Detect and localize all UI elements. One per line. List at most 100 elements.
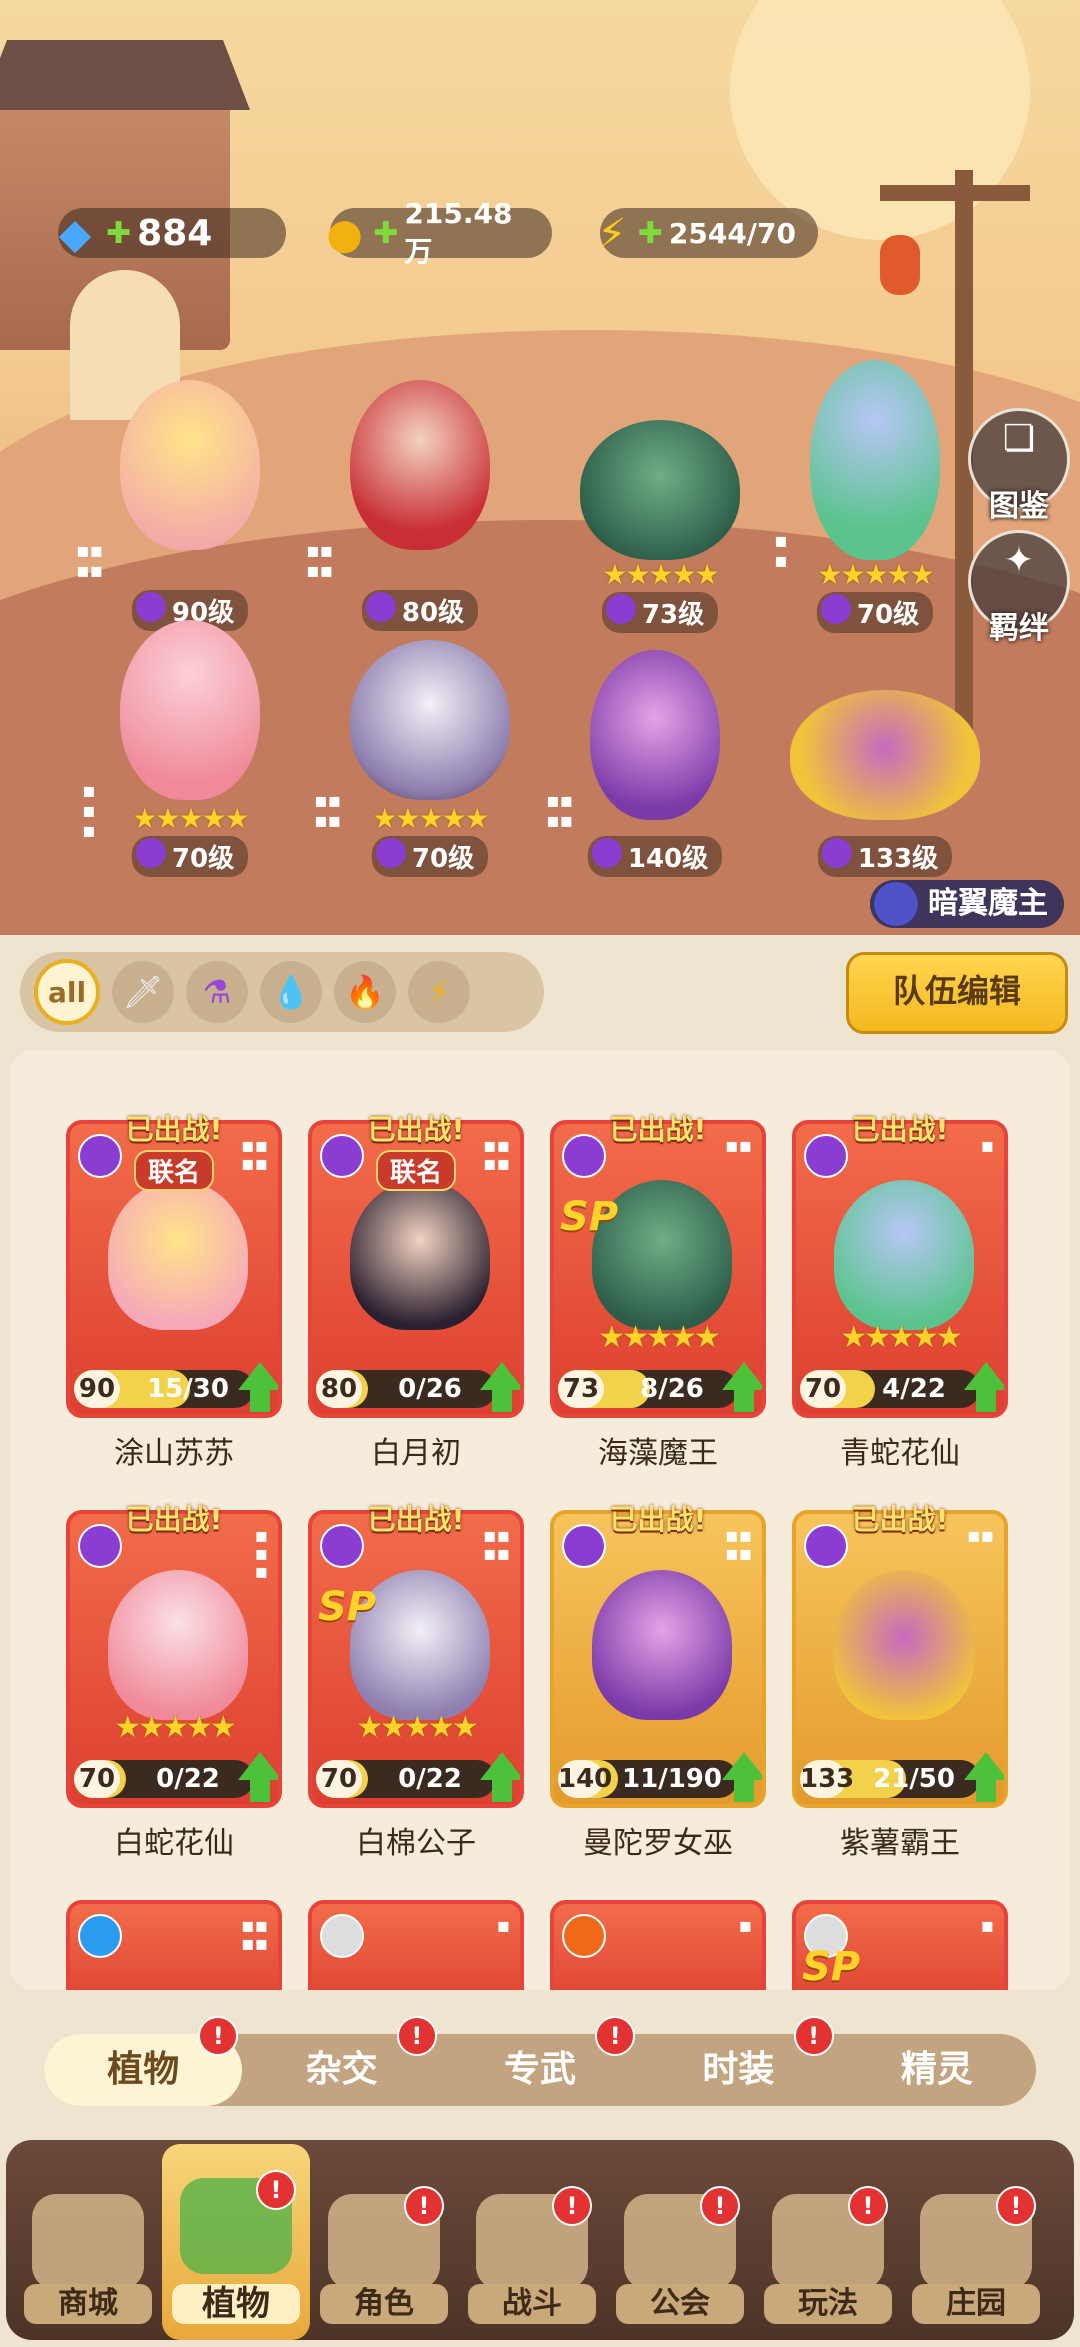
lineup-hero-4[interactable]: ▪ ▪ ★★★★★ 70级 [774, 360, 960, 633]
nav-modes[interactable]: ! 玩法 [754, 2160, 902, 2340]
plant-card[interactable]: ▪▪ ▪▪ 联名 80 0/26 已出战! 白月初 [308, 1113, 524, 1472]
shard-progress: 0/22 [156, 1764, 220, 1794]
card-stars: ★★★★★ [840, 1320, 962, 1355]
lineup-hero-1[interactable]: ▪▪ ▪▪ 90级 [76, 380, 290, 631]
upgrade-arrow-icon[interactable] [480, 1362, 520, 1412]
card-stars: ★★★★★ [114, 1710, 236, 1745]
battle-lineup-scene: ◆ ✚ 884 ● ✚ 215.48万 ⚡ ✚ 2544/70 ❏ 图鉴 ✦ 羁… [0, 0, 1080, 935]
card-frame: ▪ ★★★★★ 70 4/22 [792, 1120, 1008, 1418]
lineup-hero-5[interactable]: ▪ ▪ ▪ ★★★★★ 70级 [82, 620, 280, 880]
nav-battle[interactable]: ! 战斗 [458, 2160, 606, 2340]
sp-tag: SP [318, 1584, 377, 1630]
notification-badge: ! [256, 2170, 296, 2210]
card-stars: ★★★★★ [356, 1710, 478, 1745]
add-gems-icon[interactable]: ✚ [106, 216, 131, 251]
upgrade-arrow-icon[interactable] [480, 1752, 520, 1802]
hero-level: 70级 [131, 836, 249, 877]
potion-icon [135, 838, 166, 868]
plant-card-partial[interactable]: ▪ [308, 1900, 524, 1990]
plant-portrait [108, 1570, 248, 1720]
collab-tag: 联名 [375, 1150, 457, 1191]
subtab-hybrid[interactable]: 杂交! [242, 2016, 440, 2106]
subtab-spirit[interactable]: 精灵 [838, 2034, 1036, 2106]
plant-card[interactable]: ▪▪ ▪▪ 140 11/190 已出战! 曼陀罗女巫 [550, 1503, 766, 1862]
nav-shop[interactable]: 商城 [14, 2160, 162, 2340]
add-coins-icon[interactable]: ✚ [373, 216, 398, 251]
notification-badge: ! [198, 2016, 239, 2056]
nav-guild[interactable]: ! 公会 [606, 2160, 754, 2340]
lineup-hero-8[interactable]: 133级 [780, 690, 990, 880]
energy-counter[interactable]: ⚡ ✚ 2544/70 [597, 208, 818, 258]
filter-sword-button[interactable]: 🗡 [112, 961, 174, 1023]
plant-card-partial[interactable]: ▪ SP [792, 1900, 1008, 1990]
potion-icon [320, 1524, 364, 1568]
subtab-exclusive-weapon[interactable]: 专武! [441, 2016, 639, 2106]
filter-all-button[interactable]: all [34, 959, 100, 1025]
lineup-hero-3[interactable]: ★★★★★ 73级 [560, 420, 760, 633]
upgrade-arrow-icon[interactable] [722, 1362, 762, 1412]
plant-card[interactable]: ▪▪ SP ★★★★★ 73 8/26 已出战! 海藻魔王 [550, 1113, 766, 1472]
progress-bar: 70 4/22 [800, 1370, 980, 1408]
codex-button[interactable]: ❏ 图鉴 [968, 408, 1070, 524]
plant-card[interactable]: ▪▪ ▪▪ 联名 90 15/30 已出战! 涂山苏苏 [66, 1113, 282, 1472]
hero-level-text: 133级 [857, 844, 939, 874]
subtab-costume[interactable]: 时装! [639, 2016, 837, 2106]
add-energy-icon[interactable]: ✚ [638, 216, 663, 251]
boss-tag[interactable]: 暗翼魔主 [870, 880, 1064, 928]
upgrade-arrow-icon[interactable] [238, 1752, 278, 1802]
plant-portrait [108, 1180, 248, 1330]
potion-icon [562, 1134, 606, 1178]
hero-level: 70级 [816, 592, 934, 633]
card-level: 133 [800, 1760, 854, 1798]
nav-characters[interactable]: ! 角色 [310, 2160, 458, 2340]
plant-card[interactable]: ▪ ▪ ▪ ★★★★★ 70 0/22 已出战! 白蛇花仙 [66, 1503, 282, 1862]
plant-card[interactable]: ▪ ★★★★★ 70 4/22 已出战! 青蛇花仙 [792, 1113, 1008, 1472]
fire-icon: 🔥 [345, 973, 385, 1011]
nav-plants[interactable]: ! 植物 [162, 2144, 310, 2340]
filter-fire-button[interactable]: 🔥 [334, 961, 396, 1023]
notification-badge: ! [848, 2186, 888, 2226]
upgrade-arrow-icon[interactable] [964, 1752, 1004, 1802]
card-frame: ▪▪ ▪▪ 联名 80 0/26 [308, 1120, 524, 1418]
nav-manor[interactable]: ! 庄园 [902, 2160, 1050, 2340]
upgrade-arrow-icon[interactable] [964, 1362, 1004, 1412]
hero-level: 80级 [361, 590, 479, 631]
plant-card-partial[interactable]: ▪ [550, 1900, 766, 1990]
upgrade-arrow-icon[interactable] [238, 1362, 278, 1412]
plant-card-partial[interactable]: ▪▪ ▪▪ [66, 1900, 282, 1990]
filter-water-button[interactable]: 💧 [260, 961, 322, 1023]
plant-portrait [834, 1180, 974, 1330]
nav-label: 战斗 [468, 2284, 596, 2324]
energy-value: 2544/70 [668, 216, 796, 250]
gem-counter[interactable]: ◆ ✚ 884 [58, 208, 286, 258]
gate-roof [0, 40, 250, 110]
progress-bar: 133 21/50 [800, 1760, 980, 1798]
hero-stars: ★★★★★ [817, 558, 935, 591]
shard-progress: 15/30 [147, 1374, 229, 1404]
coin-counter[interactable]: ● ✚ 215.48万 [326, 197, 552, 268]
shop-icon [32, 2194, 144, 2290]
card-frame: ▪▪ SP ★★★★★ 73 8/26 [550, 1120, 766, 1418]
plant-card[interactable]: ▪▪ ▪▪ SP ★★★★★ 70 0/22 已出战! 白棉公子 [308, 1503, 524, 1862]
team-edit-button[interactable]: 队伍编辑 [846, 952, 1068, 1034]
upgrade-arrow-icon[interactable] [722, 1752, 762, 1802]
plant-card[interactable]: ▪▪ 133 21/50 已出战! 紫薯霸王 [792, 1503, 1008, 1862]
potion-icon [605, 594, 636, 624]
hero-portrait [790, 690, 980, 820]
bond-button[interactable]: ✦ 羁绊 [968, 530, 1070, 646]
lineup-hero-6[interactable]: ▪▪ ▪▪ ★★★★★ 70级 [314, 640, 530, 880]
lineup-hero-2[interactable]: ▪▪ ▪▪ 80级 [306, 380, 520, 631]
lineup-hero-7[interactable]: ▪▪ ▪▪ 140级 [546, 650, 750, 880]
diamond-icon: ◆ [58, 208, 92, 258]
plant-name: 涂山苏苏 [114, 1436, 234, 1471]
notification-badge: ! [996, 2186, 1036, 2226]
deployed-label: 已出战! [125, 1113, 223, 1146]
card-frame: ▪ [308, 1900, 524, 1990]
plant-name: 曼陀罗女巫 [583, 1826, 733, 1861]
subtab-plants[interactable]: 植物! [44, 2016, 243, 2106]
potion-icon [375, 838, 406, 868]
fire-icon [562, 1914, 606, 1958]
slot-indicator: ▪ [738, 1913, 752, 1937]
filter-lightning-button[interactable]: ⚡ [408, 961, 470, 1023]
filter-potion-button[interactable]: ⚗ [186, 961, 248, 1023]
